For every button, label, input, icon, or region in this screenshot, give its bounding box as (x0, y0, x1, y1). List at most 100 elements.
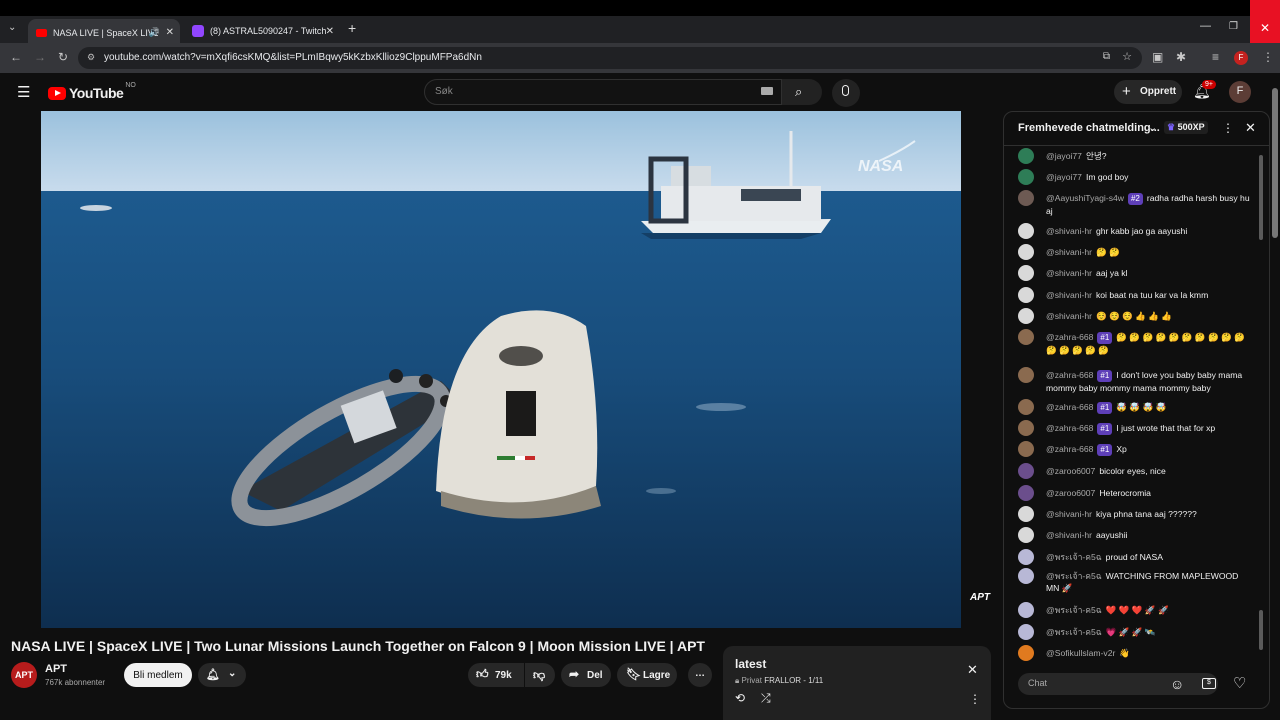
author-name[interactable]: @shivani-hr (1046, 509, 1092, 519)
menu-dots-icon[interactable]: ⋮ (1262, 50, 1274, 64)
author-name[interactable]: @shivani-hr (1046, 530, 1092, 540)
author-name[interactable]: @พระเจ้า-ค5ฉ (1046, 627, 1102, 637)
hamburger-menu-icon[interactable]: ☰ (17, 83, 30, 101)
author-avatar[interactable] (1018, 441, 1034, 457)
share-button[interactable]: ➦ Del (561, 663, 611, 687)
author-name[interactable]: @พระเจ้า-ค5ฉ (1046, 571, 1102, 581)
author-avatar[interactable] (1018, 329, 1034, 345)
apt-channel-bug[interactable]: APT (967, 592, 993, 610)
author-avatar[interactable] (1018, 602, 1034, 618)
voice-search-button[interactable] (832, 79, 860, 107)
close-window-button[interactable]: ✕ (1250, 0, 1280, 43)
author-name[interactable]: @shivani-hr (1046, 247, 1092, 257)
audio-icon[interactable]: 🔊 (149, 27, 160, 38)
page-scrollbar[interactable] (1272, 88, 1278, 238)
author-avatar[interactable] (1018, 463, 1034, 479)
author-avatar[interactable] (1018, 244, 1034, 260)
author-avatar[interactable] (1018, 308, 1034, 324)
author-name[interactable]: @zahra-668 (1046, 332, 1093, 342)
video-player[interactable]: NASA (41, 111, 961, 628)
author-name[interactable]: @zahra-668 (1046, 402, 1093, 412)
author-name[interactable]: @shivani-hr (1046, 290, 1092, 300)
close-tab-icon[interactable]: ✕ (326, 26, 334, 37)
reading-list-icon[interactable]: ≡ (1212, 50, 1219, 64)
author-name[interactable]: @shivani-hr (1046, 226, 1092, 236)
back-icon[interactable]: ← (10, 50, 22, 64)
chat-scrollbar[interactable] (1259, 150, 1263, 660)
playlist-menu-icon[interactable]: ⋮ (969, 692, 981, 706)
site-info-icon[interactable]: ⚙ (87, 52, 95, 63)
chat-menu-icon[interactable]: ⋮ (1222, 121, 1234, 135)
install-icon[interactable]: ⧉ (1103, 51, 1110, 62)
author-name[interactable]: @AayushiTyagi-s4w (1046, 193, 1124, 203)
author-avatar[interactable] (1018, 399, 1034, 415)
author-name[interactable]: @shivani-hr (1046, 311, 1092, 321)
dislike-button[interactable]: 👎︎ (525, 663, 555, 687)
emoji-icon[interactable]: ☺ (1170, 676, 1184, 692)
minimize-icon[interactable]: — (1200, 20, 1211, 32)
author-avatar[interactable] (1018, 148, 1034, 164)
new-tab-button[interactable]: + (348, 20, 356, 36)
author-name[interactable]: @jayoi77 (1046, 172, 1082, 182)
tab-youtube[interactable]: NASA LIVE | SpaceX LIVE | T 🔊 ✕ (28, 19, 180, 46)
author-avatar[interactable] (1018, 420, 1034, 436)
youtube-logo[interactable]: YouTube NO (48, 82, 136, 101)
author-name[interactable]: @zahra-668 (1046, 423, 1093, 433)
playlist-info[interactable]: FRALLOR - 1/11 (764, 676, 823, 685)
heart-icon[interactable]: ♡ (1233, 674, 1246, 692)
author-avatar[interactable] (1018, 223, 1034, 239)
address-bar[interactable]: ⚙ youtube.com/watch?v=mXqfi6csKMQ&list=P… (78, 47, 1142, 69)
puzzle-icon[interactable]: ✱ (1176, 50, 1186, 64)
keyboard-icon[interactable] (761, 87, 773, 95)
shuffle-icon[interactable]: ⤮ (761, 691, 771, 706)
author-name[interactable]: @zahra-668 (1046, 370, 1093, 380)
author-avatar[interactable] (1018, 527, 1034, 543)
author-avatar[interactable] (1018, 506, 1034, 522)
account-avatar[interactable]: F (1229, 81, 1251, 103)
tab-twitch[interactable]: (8) ASTRAL5090247 - Twitch ✕ (184, 19, 340, 43)
super-chat-icon[interactable]: $ (1202, 678, 1216, 689)
author-name[interactable]: @zaroo6007 (1046, 488, 1095, 498)
create-button[interactable]: + Opprett (1114, 80, 1182, 104)
xp-badge[interactable]: ♛ 500XP (1164, 121, 1208, 134)
profile-avatar[interactable]: F (1234, 51, 1248, 65)
close-chat-icon[interactable]: ✕ (1245, 120, 1256, 136)
author-avatar[interactable] (1018, 265, 1034, 281)
author-avatar[interactable] (1018, 190, 1034, 206)
join-button[interactable]: Bli medlem (124, 663, 192, 687)
reload-icon[interactable]: ↻ (58, 50, 68, 64)
loop-icon[interactable]: ⟲ (735, 691, 745, 705)
author-name[interactable]: @พระเจ้า-ค5ฉ (1046, 552, 1102, 562)
author-name[interactable]: @พระเจ้า-ค5ฉ (1046, 605, 1102, 615)
chevron-down-icon[interactable]: ⌄ (1148, 121, 1157, 134)
author-name[interactable]: @Sofikullslam-v2r (1046, 648, 1115, 658)
channel-name[interactable]: APT (45, 663, 67, 675)
bookmark-star-icon[interactable]: ☆ (1122, 50, 1132, 63)
author-name[interactable]: @shivani-hr (1046, 268, 1092, 278)
search-input[interactable]: Søk (424, 79, 782, 105)
author-name[interactable]: @zahra-668 (1046, 444, 1093, 454)
author-avatar[interactable] (1018, 169, 1034, 185)
save-button[interactable]: 🔖︎ Lagre (617, 663, 677, 687)
author-avatar[interactable] (1018, 549, 1034, 565)
more-actions-button[interactable]: … (688, 663, 712, 687)
author-avatar[interactable] (1018, 485, 1034, 501)
author-avatar[interactable] (1018, 568, 1034, 584)
like-button[interactable]: 👍︎ 79k (468, 663, 524, 687)
restore-icon[interactable]: ❐ (1229, 21, 1238, 32)
playlist-title[interactable]: latest (735, 657, 766, 671)
close-playlist-icon[interactable]: ✕ (967, 662, 978, 678)
chat-mode-selector[interactable]: Fremhevede chatmelding... (1018, 122, 1160, 134)
author-avatar[interactable] (1018, 624, 1034, 640)
extensions-icon[interactable]: ▣ (1152, 50, 1163, 64)
close-tab-icon[interactable]: ✕ (166, 27, 174, 38)
notifications-button[interactable]: 🔔︎ 9+ (1193, 80, 1216, 101)
author-avatar[interactable] (1018, 645, 1034, 661)
author-avatar[interactable] (1018, 287, 1034, 303)
author-name[interactable]: @zaroo6007 (1046, 466, 1095, 476)
forward-icon[interactable]: → (34, 50, 46, 64)
channel-avatar[interactable]: APT (11, 662, 37, 688)
tab-search-icon[interactable]: ⌄ (8, 22, 16, 33)
chat-input[interactable]: Chat (1018, 673, 1218, 695)
author-avatar[interactable] (1018, 367, 1034, 383)
